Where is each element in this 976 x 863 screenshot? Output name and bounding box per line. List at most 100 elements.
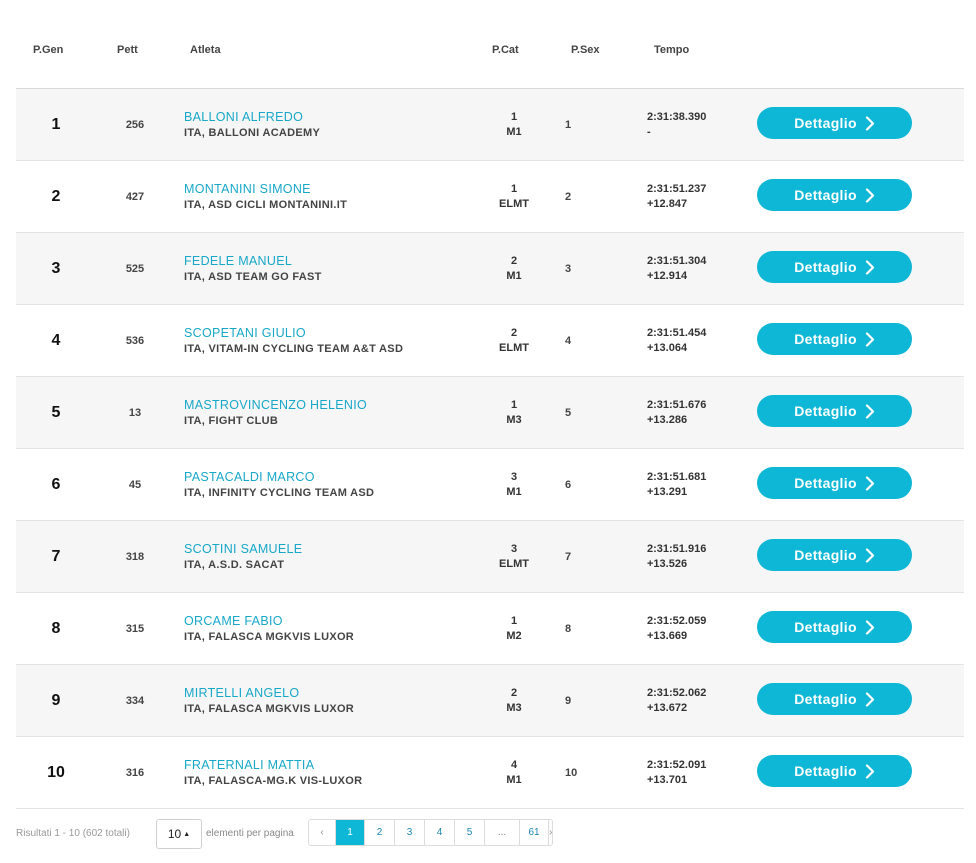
dettaglio-button-label: Dettaglio: [794, 403, 857, 419]
col-header-atleta[interactable]: Atleta: [190, 44, 221, 56]
category-position: 1: [510, 615, 518, 627]
athlete-cell: MASTROVINCENZO HELENIO ITA, FIGHT CLUB: [184, 398, 367, 427]
sex-position: 1: [565, 118, 572, 131]
table-row: 3 525 FEDELE MANUEL ITA, ASD TEAM GO FAST 2 M…: [16, 233, 964, 305]
page-link[interactable]: 61: [519, 820, 548, 845]
chevron-right-icon: [865, 403, 874, 419]
time-gap: +13.291: [647, 486, 688, 498]
results-count: Risultati 1 - 10 (602 totali): [16, 828, 130, 839]
position-overall: 2: [51, 187, 61, 205]
athlete-cell: FEDELE MANUEL ITA, ASD TEAM GO FAST: [184, 254, 322, 283]
athlete-cell: MIRTELLI ANGELO ITA, FALASCA MGKVIS LUXOR: [184, 686, 354, 715]
table-row: 2 427 MONTANINI SIMONE ITA, ASD CICLI MONTA…: [16, 161, 964, 233]
dettaglio-button[interactable]: Dettaglio: [757, 395, 912, 427]
sex-position: 3: [565, 262, 572, 275]
dettaglio-button[interactable]: Dettaglio: [757, 683, 912, 715]
category-cell: 2 M1: [486, 254, 542, 284]
athlete-cell: SCOTINI SAMUELE ITA, A.S.D. SACAT: [184, 542, 302, 571]
col-header-psex[interactable]: P.Sex: [571, 44, 600, 56]
time-cell: 2:31:38.390 -: [647, 110, 706, 140]
chevron-right-icon: [865, 259, 874, 275]
category-cell: 2 ELMT: [486, 326, 542, 356]
chevron-right-icon: [865, 619, 874, 635]
athlete-name-link[interactable]: FRATERNALI MATTIA: [184, 758, 362, 772]
dettaglio-button[interactable]: Dettaglio: [757, 323, 912, 355]
col-header-pgen[interactable]: P.Gen: [33, 44, 63, 56]
time-gap: +13.286: [647, 414, 688, 426]
pagination-bar: Risultati 1 - 10 (602 totali) 10 ▲ eleme…: [16, 809, 964, 857]
athlete-name-link[interactable]: ORCAME FABIO: [184, 614, 354, 628]
page-link[interactable]: 3: [394, 820, 424, 845]
position-overall: 1: [51, 115, 61, 133]
page-link[interactable]: 4: [424, 820, 454, 845]
page-link[interactable]: 1: [335, 820, 364, 845]
athlete-name-link[interactable]: MASTROVINCENZO HELENIO: [184, 398, 367, 412]
athlete-team: ITA, ASD TEAM GO FAST: [184, 271, 322, 283]
chevron-right-icon: [865, 187, 874, 203]
finish-time: 2:31:51.916: [647, 543, 707, 555]
athlete-name-link[interactable]: SCOTINI SAMUELE: [184, 542, 302, 556]
table-row: 7 318 SCOTINI SAMUELE ITA, A.S.D. SACAT 3 ELM…: [16, 521, 964, 593]
category-cell: 4 M1: [486, 758, 542, 788]
time-gap: +12.914: [647, 270, 688, 282]
time-cell: 2:31:52.059 +13.669: [647, 614, 706, 644]
position-overall: 8: [51, 619, 61, 637]
athlete-team: ITA, ASD CICLI MONTANINI.IT: [184, 199, 348, 211]
page-link[interactable]: 2: [364, 820, 394, 845]
time-gap: +13.526: [647, 558, 688, 570]
bib-number: 13: [128, 406, 142, 419]
dettaglio-button[interactable]: Dettaglio: [757, 467, 912, 499]
sex-position: 2: [565, 190, 572, 203]
page-link[interactable]: 5: [454, 820, 484, 845]
table-row: 10 316 FRATERNALI MATTIA ITA, FALASCA-MG.K …: [16, 737, 964, 809]
category-name: M1: [506, 270, 522, 282]
athlete-name-link[interactable]: FEDELE MANUEL: [184, 254, 322, 268]
category-name: M1: [506, 486, 522, 498]
time-cell: 2:31:51.454 +13.064: [647, 326, 706, 356]
athlete-cell: SCOPETANI GIULIO ITA, VITAM-IN CYCLING TE…: [184, 326, 403, 355]
category-cell: 2 M3: [486, 686, 542, 716]
dettaglio-button[interactable]: Dettaglio: [757, 611, 912, 643]
athlete-name-link[interactable]: BALLONI ALFREDO: [184, 110, 320, 124]
position-overall: 5: [51, 403, 61, 421]
table-row: 4 536 SCOPETANI GIULIO ITA, VITAM-IN CYCLIN…: [16, 305, 964, 377]
dettaglio-button[interactable]: Dettaglio: [757, 251, 912, 283]
col-header-pcat[interactable]: P.Cat: [492, 44, 519, 56]
finish-time: 2:31:51.237: [647, 183, 707, 195]
dettaglio-button[interactable]: Dettaglio: [757, 539, 912, 571]
time-gap: +13.701: [647, 774, 688, 786]
dettaglio-button[interactable]: Dettaglio: [757, 755, 912, 787]
athlete-cell: MONTANINI SIMONE ITA, ASD CICLI MONTANINI…: [184, 182, 347, 211]
category-cell: 3 M1: [486, 470, 542, 500]
time-gap: -: [647, 126, 651, 138]
athlete-team: ITA, BALLONI ACADEMY: [184, 127, 321, 139]
next-page-button[interactable]: ›: [548, 820, 553, 845]
table-row: 1 256 BALLONI ALFREDO ITA, BALLONI ACADEMY 1…: [16, 89, 964, 161]
finish-time: 2:31:52.091: [647, 759, 707, 771]
page-size-select[interactable]: 10 ▲: [156, 819, 202, 849]
athlete-team: ITA, A.S.D. SACAT: [184, 559, 285, 571]
category-cell: 1 ELMT: [486, 182, 542, 212]
dettaglio-button[interactable]: Dettaglio: [757, 107, 912, 139]
time-gap: +13.064: [647, 342, 688, 354]
finish-time: 2:31:51.676: [647, 399, 707, 411]
athlete-cell: ORCAME FABIO ITA, FALASCA MGKVIS LUXOR: [184, 614, 354, 643]
bib-number: 318: [125, 550, 145, 563]
athlete-name-link[interactable]: MIRTELLI ANGELO: [184, 686, 354, 700]
col-header-pett[interactable]: Pett: [117, 44, 138, 56]
prev-page-button[interactable]: ‹: [309, 820, 335, 845]
bib-number: 525: [125, 262, 145, 275]
dettaglio-button[interactable]: Dettaglio: [757, 179, 912, 211]
time-gap: +12.847: [647, 198, 688, 210]
category-cell: 1 M3: [486, 398, 542, 428]
time-cell: 2:31:51.237 +12.847: [647, 182, 706, 212]
athlete-name-link[interactable]: MONTANINI SIMONE: [184, 182, 347, 196]
col-header-tempo[interactable]: Tempo: [654, 44, 689, 56]
time-gap: +13.669: [647, 630, 688, 642]
athlete-name-link[interactable]: PASTACALDI MARCO: [184, 470, 374, 484]
page-size-value: 10: [167, 827, 182, 841]
bib-number: 45: [128, 478, 142, 491]
table-body: 1 256 BALLONI ALFREDO ITA, BALLONI ACADEMY 1…: [16, 89, 964, 809]
athlete-name-link[interactable]: SCOPETANI GIULIO: [184, 326, 403, 340]
category-position: 3: [510, 471, 518, 483]
